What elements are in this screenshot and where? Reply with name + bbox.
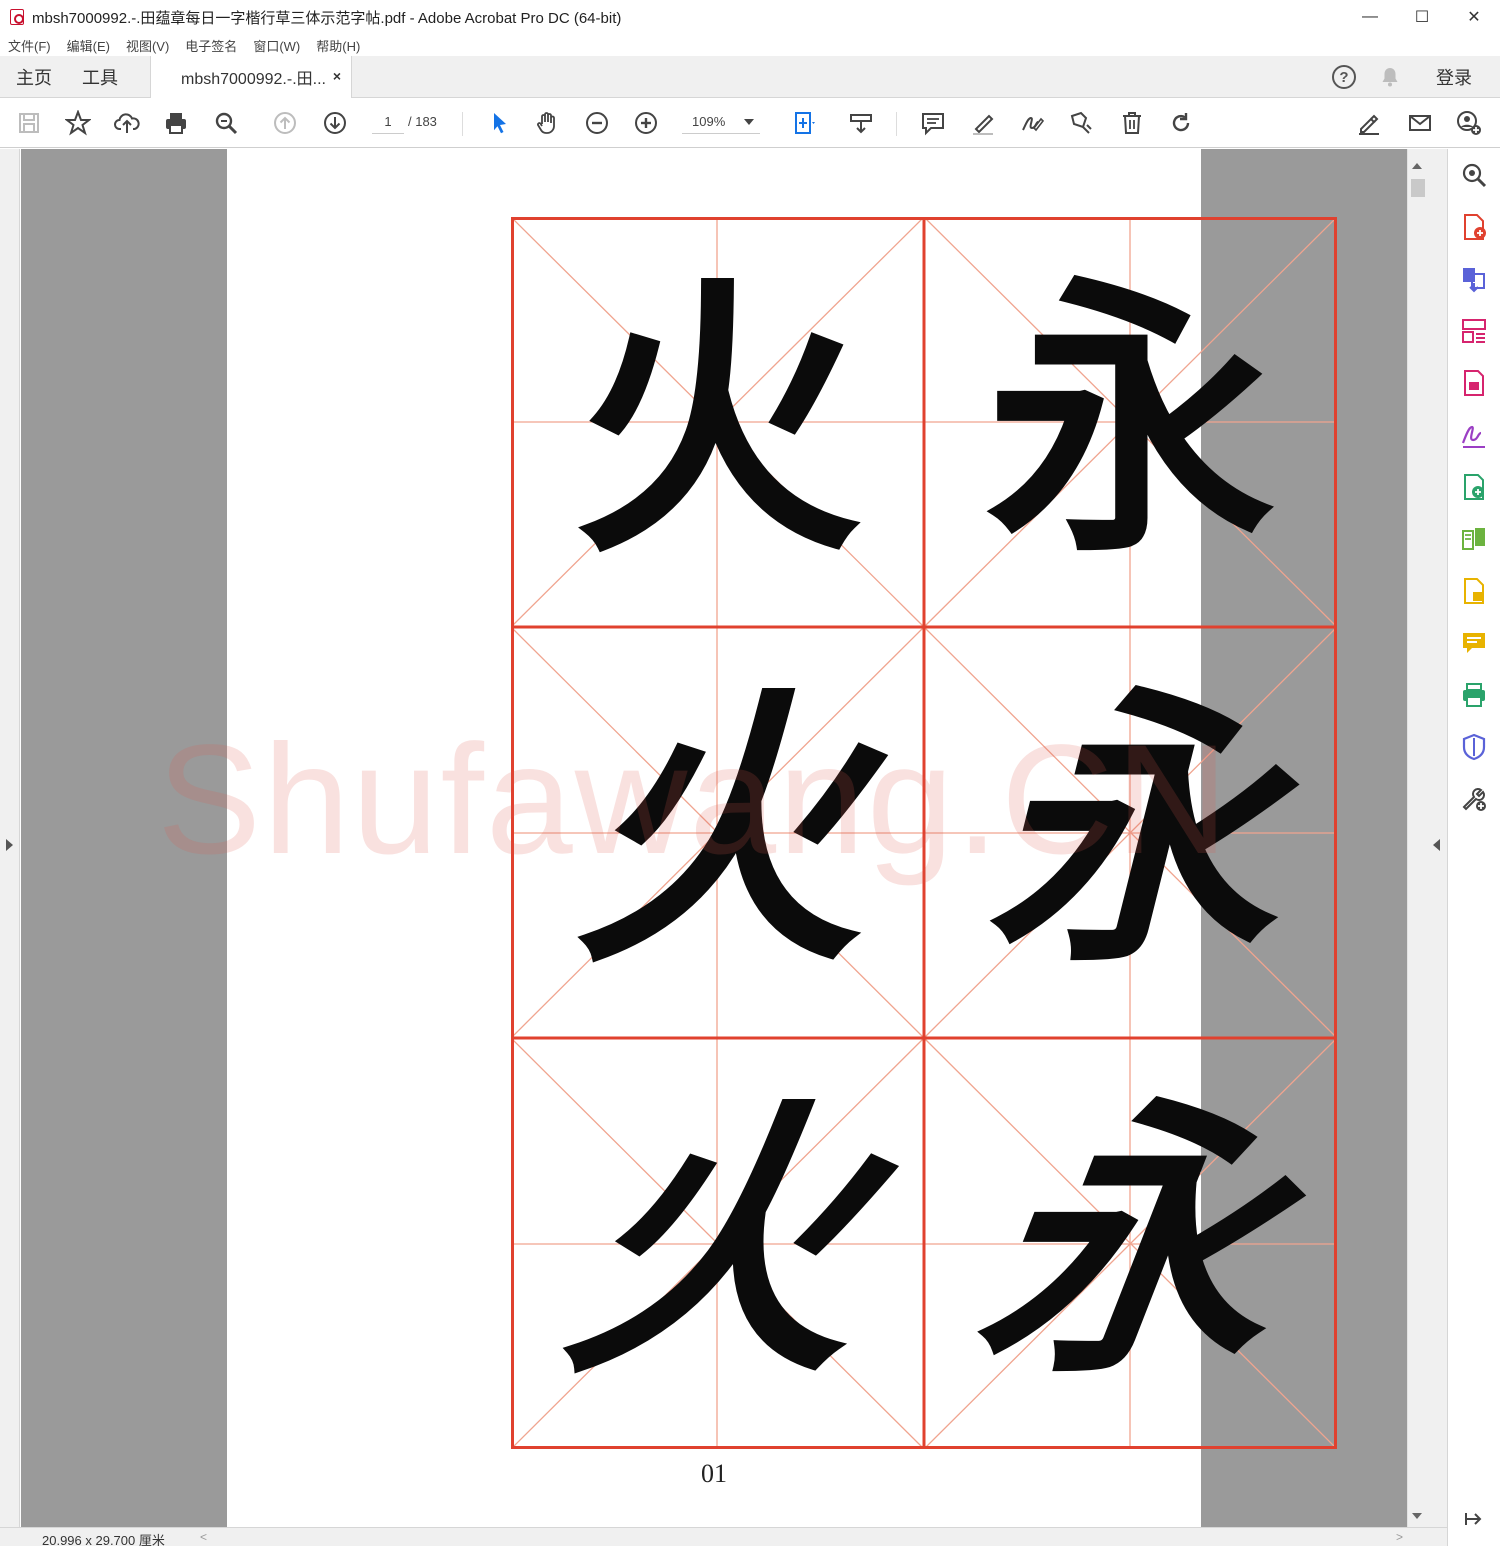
combine-files-icon[interactable] xyxy=(1460,265,1488,293)
search-zoom-icon[interactable] xyxy=(1460,161,1488,189)
email-icon[interactable] xyxy=(1405,108,1435,138)
calligraphy-char-xing-huo: 火 xyxy=(572,662,863,1002)
menu-file[interactable]: 文件(F) xyxy=(8,36,51,55)
menu-esign[interactable]: 电子签名 xyxy=(185,36,237,55)
toolbar-divider xyxy=(896,112,897,136)
scroll-left-icon[interactable]: < xyxy=(200,1530,207,1544)
bell-icon[interactable] xyxy=(1378,65,1402,89)
scroll-thumb[interactable] xyxy=(1411,179,1425,197)
tab-document[interactable]: mbsh7000992.-.田... × xyxy=(150,56,352,98)
select-cursor-icon[interactable] xyxy=(484,108,514,138)
help-icon[interactable]: ? xyxy=(1332,65,1356,89)
read-mode-icon[interactable] xyxy=(846,108,876,138)
calligraphy-char-kai-huo: 火 xyxy=(572,252,863,592)
calligraphy-char-cao-huo: 火 xyxy=(548,1073,887,1413)
chevron-down-icon xyxy=(744,119,754,125)
title-bar: mbsh7000992.-.田蕴章每日一字楷行草三体示范字帖.pdf - Ado… xyxy=(0,0,1500,34)
zoom-in-icon[interactable] xyxy=(631,108,661,138)
horizontal-scrollbar[interactable]: < > xyxy=(196,1528,1407,1546)
zoom-level-select[interactable]: 109% xyxy=(682,110,760,134)
print-production-icon[interactable] xyxy=(1460,681,1488,709)
tab-tools[interactable]: 工具 xyxy=(82,56,118,98)
page-fit-icon[interactable] xyxy=(784,108,824,138)
minimize-button[interactable]: — xyxy=(1344,0,1396,34)
tab-home[interactable]: 主页 xyxy=(16,56,52,98)
page-number-input[interactable]: 1 xyxy=(372,110,404,134)
add-user-icon[interactable] xyxy=(1454,108,1484,138)
send-for-comments-icon[interactable] xyxy=(1460,577,1488,605)
expand-right-pane-icon[interactable] xyxy=(1433,839,1440,851)
login-button[interactable]: 登录 xyxy=(1436,64,1472,90)
organize-pages-icon[interactable] xyxy=(1460,317,1488,345)
toolbar-divider xyxy=(462,112,463,136)
print-icon[interactable] xyxy=(161,108,191,138)
tab-document-label: mbsh7000992.-.田... xyxy=(181,71,326,88)
calligraphy-char-kai-yong: 永 xyxy=(985,252,1276,592)
calligraphy-char-xing-yong: 永 xyxy=(985,662,1276,1002)
edit-pdf-icon[interactable] xyxy=(1460,473,1488,501)
right-pane-toggle[interactable] xyxy=(1427,149,1447,1527)
acrobat-app-icon xyxy=(10,9,24,25)
maximize-button[interactable]: ☐ xyxy=(1396,0,1448,34)
document-viewport[interactable]: 火 永 火 永 火 永 01 Shufawang.CN xyxy=(21,149,1407,1527)
status-bar: 20.996 x 29.700 厘米 < > xyxy=(0,1527,1447,1546)
export-pdf-icon[interactable] xyxy=(1460,369,1488,397)
page-size-label: 20.996 x 29.700 厘米 xyxy=(42,1533,165,1546)
more-tools-icon[interactable] xyxy=(1460,785,1488,813)
left-nav-pane[interactable] xyxy=(0,149,20,1527)
upload-cloud-icon[interactable] xyxy=(112,108,142,138)
create-pdf-icon[interactable] xyxy=(1460,213,1488,241)
close-tab-button[interactable]: × xyxy=(333,68,341,84)
collapse-panel-icon[interactable] xyxy=(1460,1505,1488,1533)
tools-pane xyxy=(1447,149,1500,1546)
menu-bar: 文件(F) 编辑(E) 视图(V) 电子签名 窗口(W) 帮助(H) xyxy=(0,34,1500,56)
menu-help[interactable]: 帮助(H) xyxy=(316,36,360,55)
fill-sign-icon[interactable] xyxy=(1460,421,1488,449)
tab-bar: 主页 工具 mbsh7000992.-.田... × ? 登录 xyxy=(0,56,1500,98)
bookmark-star-icon[interactable] xyxy=(63,108,93,138)
next-page-icon[interactable] xyxy=(320,108,350,138)
hand-icon[interactable] xyxy=(532,108,562,138)
protect-icon[interactable] xyxy=(1460,733,1488,761)
comment-panel-icon[interactable] xyxy=(1460,629,1488,657)
expand-left-pane-icon[interactable] xyxy=(6,839,13,851)
page-number-label: 01 xyxy=(701,1459,727,1488)
prev-page-icon[interactable] xyxy=(270,108,300,138)
scroll-right-icon[interactable]: > xyxy=(1396,1530,1403,1544)
menu-edit[interactable]: 编辑(E) xyxy=(67,36,110,55)
zoom-level-value: 109% xyxy=(692,114,726,129)
compare-icon[interactable] xyxy=(1460,525,1488,553)
scroll-down-icon[interactable] xyxy=(1412,1513,1422,1519)
rotate-icon[interactable] xyxy=(1166,108,1196,138)
menu-view[interactable]: 视图(V) xyxy=(126,36,169,55)
zoom-out-icon[interactable] xyxy=(582,108,612,138)
main-toolbar: 1 / 183 109% xyxy=(0,98,1500,148)
save-icon[interactable] xyxy=(14,108,44,138)
calligraphy-char-cao-yong: 永 xyxy=(961,1073,1300,1413)
sign-icon[interactable] xyxy=(1017,108,1047,138)
account-area: ? 登录 xyxy=(1332,56,1500,98)
highlight-icon[interactable] xyxy=(968,108,998,138)
page-total-label: / 183 xyxy=(408,114,437,129)
stamp-icon[interactable] xyxy=(1066,108,1096,138)
window-title: mbsh7000992.-.田蕴章每日一字楷行草三体示范字帖.pdf - Ado… xyxy=(32,9,622,27)
menu-window[interactable]: 窗口(W) xyxy=(253,36,300,55)
comment-icon[interactable] xyxy=(918,108,948,138)
vertical-scrollbar[interactable] xyxy=(1407,149,1427,1527)
delete-icon[interactable] xyxy=(1117,108,1147,138)
pdf-page: 火 永 火 永 火 永 01 xyxy=(227,149,1337,1527)
window-controls: — ☐ ✕ xyxy=(1344,0,1500,34)
zoom-search-icon[interactable] xyxy=(211,108,241,138)
close-window-button[interactable]: ✕ xyxy=(1448,0,1500,34)
scroll-up-icon[interactable] xyxy=(1412,163,1422,169)
share-link-icon[interactable] xyxy=(1354,108,1384,138)
